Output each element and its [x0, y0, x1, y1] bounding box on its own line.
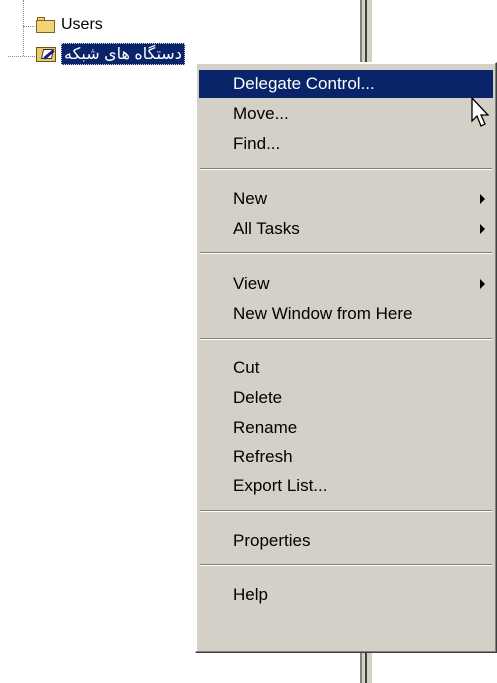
menu-item-find[interactable]: Find...: [199, 130, 493, 158]
menu-separator: [200, 510, 492, 512]
submenu-arrow-icon: [480, 279, 485, 289]
menu-item-label: Move...: [233, 104, 289, 123]
menu-item-move[interactable]: Move...: [199, 100, 493, 128]
menu-item-new[interactable]: New: [199, 185, 493, 213]
menu-item-label: Find...: [233, 134, 281, 153]
tree-node-users[interactable]: Users: [36, 16, 103, 34]
menu-item-delegate-control[interactable]: Delegate Control...: [199, 70, 493, 98]
menu-item-label: Delegate Control...: [233, 74, 375, 93]
context-menu: Delegate Control... Move... Find... New …: [195, 62, 497, 653]
tree-connector: [23, 26, 35, 27]
menu-item-refresh[interactable]: Refresh: [199, 443, 493, 471]
menu-item-delete[interactable]: Delete: [199, 384, 493, 412]
menu-item-view[interactable]: View: [199, 270, 493, 298]
submenu-arrow-icon: [480, 224, 485, 234]
menu-item-help[interactable]: Help: [199, 581, 493, 609]
menu-separator: [200, 168, 492, 170]
tree-node-label[interactable]: Users: [61, 16, 103, 34]
menu-separator: [200, 338, 492, 340]
mouse-cursor-icon: [471, 97, 490, 127]
menu-item-label: Help: [233, 585, 268, 604]
menu-item-label: View: [233, 274, 270, 293]
menu-item-properties[interactable]: Properties: [199, 527, 493, 555]
menu-item-export-list[interactable]: Export List...: [199, 472, 493, 500]
menu-item-rename[interactable]: Rename: [199, 414, 493, 442]
menu-item-label: Export List...: [233, 476, 328, 495]
menu-item-label: Delete: [233, 388, 283, 407]
submenu-arrow-icon: [480, 194, 485, 204]
tree-connector: [8, 56, 35, 57]
menu-item-label: New: [233, 189, 268, 208]
menu-item-label: All Tasks: [233, 219, 300, 238]
menu-item-new-window[interactable]: New Window from Here: [199, 300, 493, 328]
menu-item-label: New Window from Here: [233, 304, 413, 323]
menu-separator: [200, 564, 492, 566]
organizational-unit-icon: [36, 44, 58, 64]
menu-item-all-tasks[interactable]: All Tasks: [199, 215, 493, 243]
tree-node-network-devices[interactable]: دستگاه های شبکه: [36, 43, 185, 65]
menu-item-label: Refresh: [233, 447, 293, 466]
folder-icon: [36, 17, 56, 33]
menu-item-cut[interactable]: Cut: [199, 354, 493, 382]
tree-connector: [23, 0, 24, 56]
menu-item-label: Cut: [233, 358, 260, 377]
menu-item-label: Properties: [233, 531, 311, 550]
menu-item-label: Rename: [233, 418, 298, 437]
menu-separator: [200, 252, 492, 254]
tree-node-label-selected[interactable]: دستگاه های شبکه: [61, 43, 185, 65]
